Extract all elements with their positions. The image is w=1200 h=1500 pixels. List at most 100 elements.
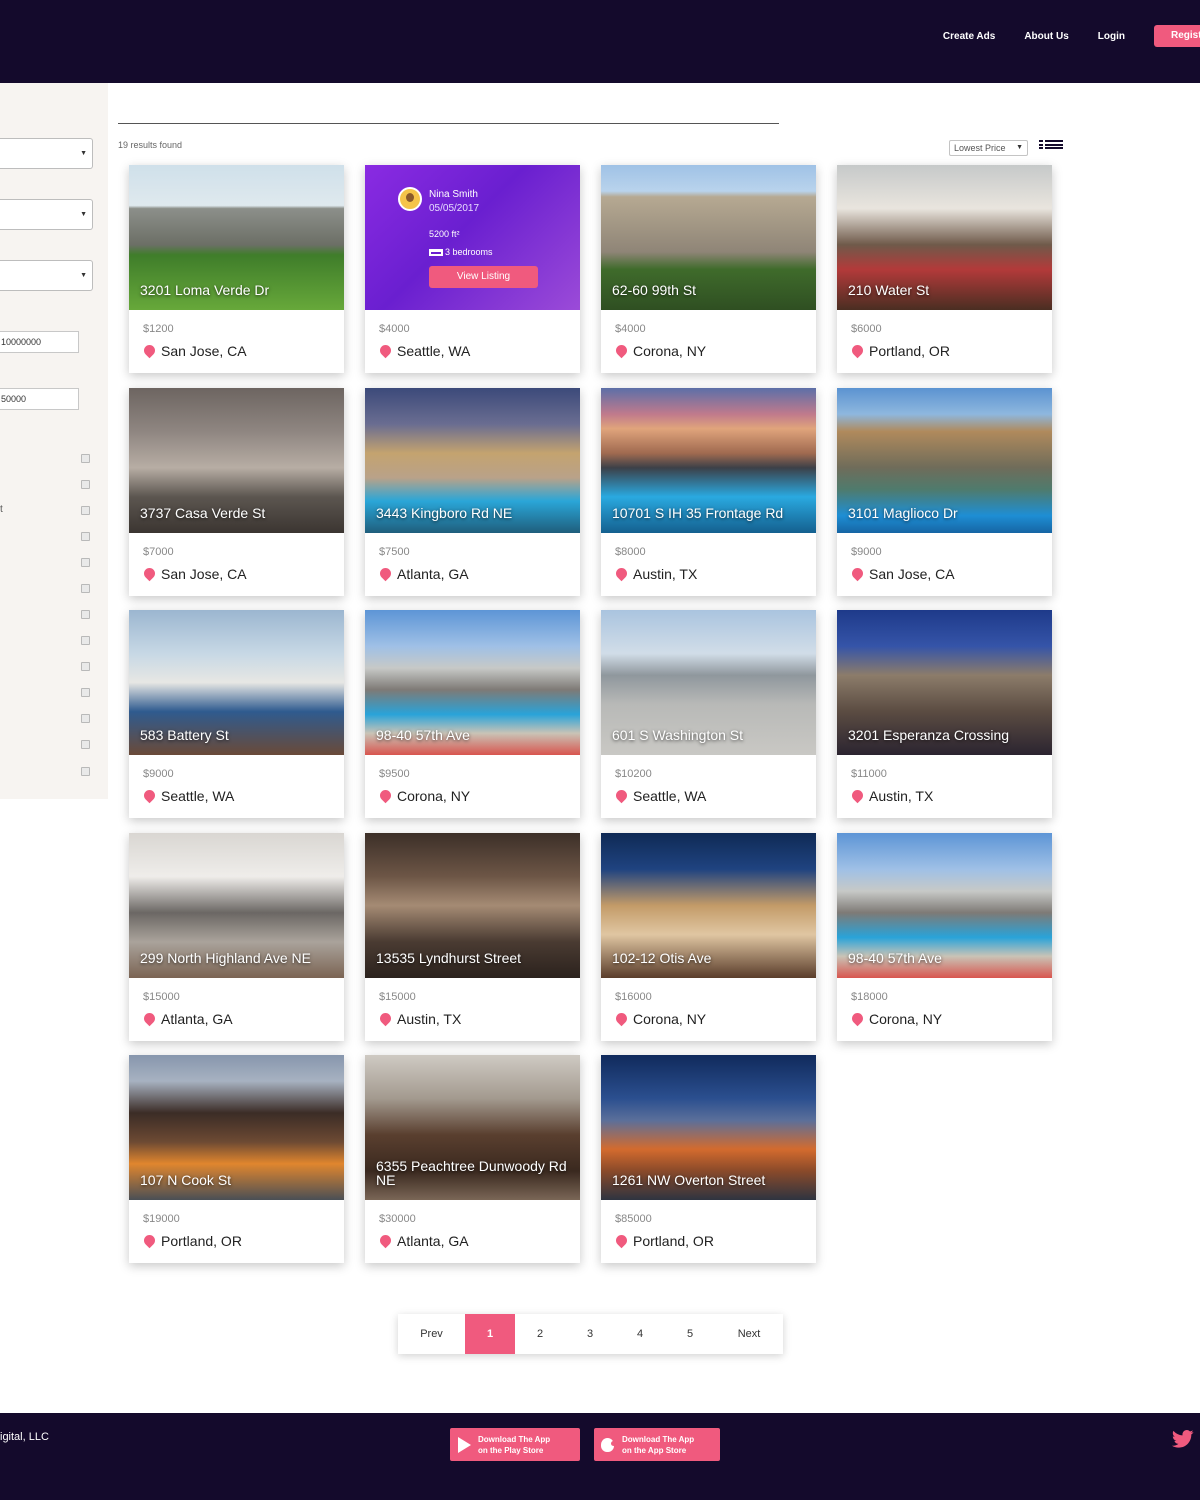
listing-card[interactable]: 583 Battery St $9000 Seattle, WA [129,610,344,818]
listing-photo[interactable]: 107 N Cook St [129,1055,344,1200]
filter-select-2[interactable]: ▼ [0,199,93,230]
listing-card[interactable]: 3443 Kingboro Rd NE $7500 Atlanta, GA [365,388,580,596]
listing-address: 62-60 99th St [612,282,697,298]
listing-card[interactable]: 6355 Peachtree Dunwoody Rd NE $30000 Atlan… [365,1055,580,1263]
location-pin-icon [141,565,158,581]
location-pin-icon [377,1010,394,1026]
location-pin-icon [613,1232,630,1248]
listing-card[interactable]: 1261 NW Overton Street $85000 Portland, OR [601,1055,816,1263]
max-price-input[interactable]: 10000000 [0,331,79,353]
page-button-4[interactable]: 4 [615,1314,665,1354]
filter-checkbox[interactable] [81,454,90,463]
nav-about-us[interactable]: About Us [1024,31,1068,42]
listing-address: 102-12 Otis Ave [612,950,712,966]
page-button-3[interactable]: 3 [565,1314,615,1354]
listing-card[interactable]: 13535 Lyndhurst Street $15000 Austin, TX [365,833,580,1041]
listing-photo[interactable]: 62-60 99th St [601,165,816,310]
nav-create-ads[interactable]: Create Ads [943,31,995,42]
register-button[interactable]: Register [1154,25,1200,47]
listing-card[interactable]: 98-40 57th Ave $18000 Corona, NY [837,833,1052,1041]
play-store-label: Download The App on the Play Store [478,1434,550,1456]
listing-photo[interactable]: 299 North Highland Ave NE [129,833,344,978]
listing-photo[interactable]: 3201 Loma Verde Dr [129,165,344,310]
listing-photo[interactable]: 98-40 57th Ave [837,833,1052,978]
listing-photo[interactable]: 13535 Lyndhurst Street [365,833,580,978]
listing-card[interactable]: 3201 Loma Verde Dr $1200 San Jose, CA [129,165,344,373]
prev-page-button[interactable]: Prev [398,1314,465,1354]
twitter-icon[interactable] [1172,1430,1194,1448]
listing-price: $85000 [615,1213,652,1225]
filter-checkbox[interactable] [81,506,90,515]
filter-checkbox[interactable] [81,636,90,645]
listing-card[interactable]: 107 N Cook St $19000 Portland, OR [129,1055,344,1263]
listing-card[interactable]: 3101 Maglioco Dr $9000 San Jose, CA [837,388,1052,596]
listing-card[interactable]: 601 S Washington St $10200 Seattle, WA [601,610,816,818]
listing-photo[interactable]: 3101 Maglioco Dr [837,388,1052,533]
listing-card[interactable]: 3737 Casa Verde St $7000 San Jose, CA [129,388,344,596]
search-input-underline[interactable] [118,123,779,124]
filter-select-1[interactable]: ▼ [0,138,93,169]
listing-location: Corona, NY [613,1010,707,1027]
listing-card[interactable]: 3201 Esperanza Crossing $11000 Austin, TX [837,610,1052,818]
listing-location: San Jose, CA [141,342,247,359]
listing-card[interactable]: 102-12 Otis Ave $16000 Corona, NY [601,833,816,1041]
filter-checkbox[interactable] [81,767,90,776]
listing-card[interactable]: 299 North Highland Ave NE $15000 Atlanta, … [129,833,344,1041]
filter-checkbox[interactable] [81,558,90,567]
listing-photo[interactable]: 3201 Esperanza Crossing [837,610,1052,755]
view-listing-button[interactable]: View Listing [429,266,538,288]
sort-select[interactable]: Lowest Price ▼ [949,140,1028,156]
next-page-button[interactable]: Next [715,1314,783,1354]
listing-city: Portland, OR [869,343,950,359]
listing-photo[interactable]: 98-40 57th Ave [365,610,580,755]
filter-checkbox[interactable] [81,584,90,593]
top-nav: Create Ads About Us Login Register [943,25,1200,47]
listing-city: San Jose, CA [161,566,247,582]
filter-checkbox[interactable] [81,740,90,749]
listing-address: 3201 Loma Verde Dr [140,282,270,298]
listing-card[interactable]: Nina Smith 05/05/2017 5200 ft² 3 bedrooms Vi… [365,165,580,373]
listing-card[interactable]: 10701 S IH 35 Frontage Rd $8000 Austin, TX [601,388,816,596]
bed-icon [429,248,443,256]
nav-login[interactable]: Login [1098,31,1125,42]
listing-city: Atlanta, GA [397,1233,469,1249]
listing-photo[interactable]: 1261 NW Overton Street [601,1055,816,1200]
listing-card[interactable]: 98-40 57th Ave $9500 Corona, NY [365,610,580,818]
listing-photo[interactable]: 210 Water St [837,165,1052,310]
copyright-text: igital, LLC [0,1431,49,1443]
listing-city: Seattle, WA [633,788,707,804]
listing-photo[interactable]: 6355 Peachtree Dunwoody Rd NE [365,1055,580,1200]
filter-checkbox[interactable] [81,480,90,489]
location-pin-icon [849,1010,866,1026]
app-store-button[interactable]: Download The App on the App Store [594,1428,720,1461]
list-view-icon[interactable] [1039,140,1063,150]
listing-photo[interactable]: 102-12 Otis Ave [601,833,816,978]
listing-photo[interactable]: 3737 Casa Verde St [129,388,344,533]
listing-photo[interactable]: 3443 Kingboro Rd NE [365,388,580,533]
filter-checkbox[interactable] [81,688,90,697]
filter-checkbox[interactable] [81,714,90,723]
filter-select-3[interactable]: ▼ [0,260,93,291]
listing-city: Corona, NY [633,1011,707,1027]
page-button-2[interactable]: 2 [515,1314,565,1354]
location-pin-icon [849,787,866,803]
page-button-5[interactable]: 5 [665,1314,715,1354]
min-area-input[interactable]: 50000 [0,388,79,410]
listing-photo[interactable]: Nina Smith 05/05/2017 5200 ft² 3 bedrooms Vi… [365,165,580,310]
listing-photo[interactable]: 601 S Washington St [601,610,816,755]
listing-photo[interactable]: 583 Battery St [129,610,344,755]
listing-address: 3201 Esperanza Crossing [848,727,1010,743]
listing-price: $1200 [143,323,174,335]
listing-card[interactable]: 62-60 99th St $4000 Corona, NY [601,165,816,373]
filter-checkbox[interactable] [81,610,90,619]
listing-card[interactable]: 210 Water St $6000 Portland, OR [837,165,1052,373]
play-store-line-2: on the Play Store [478,1445,544,1455]
listing-photo[interactable]: 10701 S IH 35 Frontage Rd [601,388,816,533]
page-button-1[interactable]: 1 [465,1314,515,1354]
listing-price: $9000 [143,768,174,780]
filter-checkbox[interactable] [81,662,90,671]
play-store-icon [458,1436,471,1453]
play-store-button[interactable]: Download The App on the Play Store [450,1428,580,1461]
filter-checkbox[interactable] [81,532,90,541]
listing-location: Atlanta, GA [141,1010,233,1027]
